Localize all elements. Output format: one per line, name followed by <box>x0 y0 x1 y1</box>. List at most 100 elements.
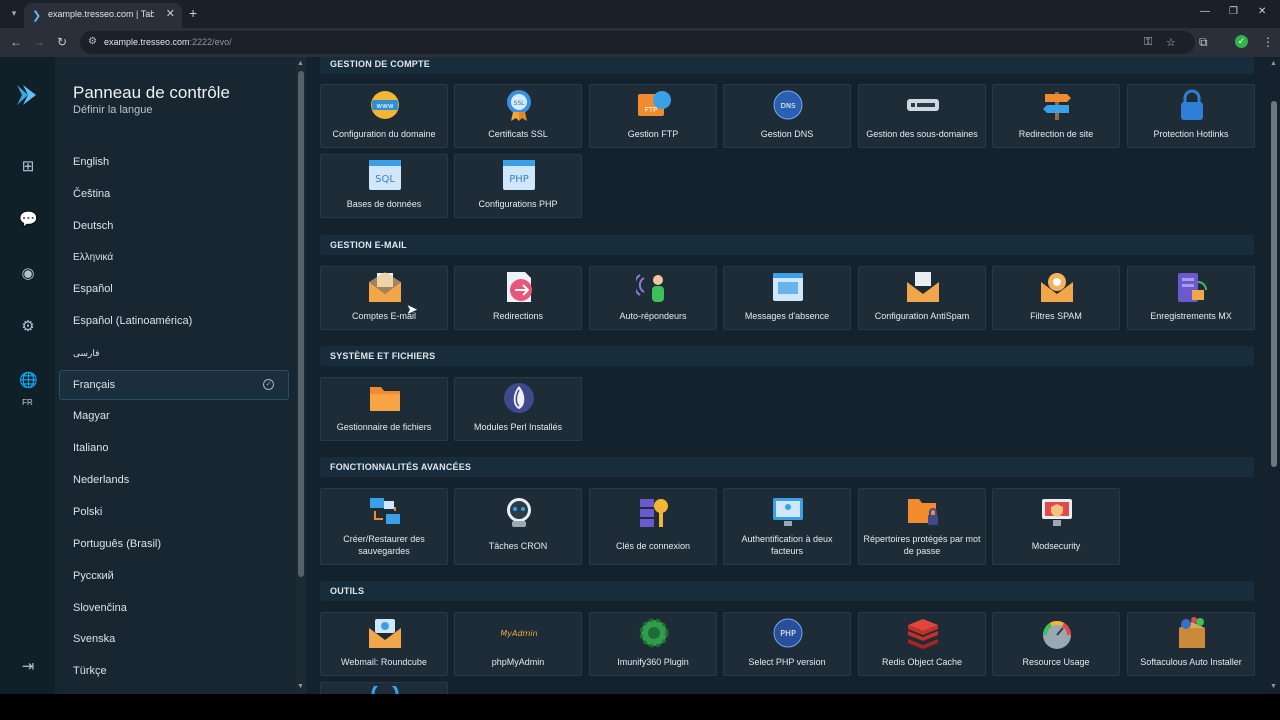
tile-site-redirect[interactable]: Redirection de site <box>992 84 1120 148</box>
language-item[interactable]: Slovenčina <box>73 602 127 614</box>
section-header-advanced: FONCTIONNALITÉS AVANCÉES <box>320 457 1254 477</box>
reload-icon[interactable]: ↻ <box>57 35 67 49</box>
url-text: example.tresseo.com:2222/evo/ <box>104 37 232 47</box>
language-item[interactable]: Magyar <box>73 410 110 422</box>
bookmark-star-icon[interactable]: ☆ <box>1166 36 1176 49</box>
language-item[interactable]: Nederlands <box>73 474 129 486</box>
language-item[interactable]: English <box>73 156 109 168</box>
language-item[interactable]: Español (Latinoamérica) <box>73 315 192 327</box>
menu-icon[interactable]: ⋮ <box>1262 35 1274 49</box>
tile-two-factor-auth[interactable]: Authentification à deux facteurs <box>723 488 851 565</box>
language-item[interactable]: Русский <box>73 570 114 582</box>
tile-dns-management[interactable]: DNS Gestion DNS <box>723 84 851 148</box>
tile-spam-filters[interactable]: Filtres SPAM <box>992 266 1120 330</box>
logout-icon[interactable]: ⇥ <box>19 657 37 675</box>
language-item[interactable]: Čeština <box>73 188 110 200</box>
scroll-thumb[interactable] <box>298 71 304 577</box>
main-scroll-up-icon[interactable]: ▲ <box>1270 60 1277 67</box>
tile-webmail-roundcube[interactable]: Webmail: Roundcube <box>320 612 448 676</box>
tile-email-accounts[interactable]: Comptes E-mail <box>320 266 448 330</box>
scroll-down-icon[interactable]: ▼ <box>297 683 304 690</box>
settings-gear-icon[interactable]: ⚙ <box>19 317 37 335</box>
language-item[interactable]: Svenska <box>73 633 115 645</box>
restore-icon[interactable]: ❐ <box>1229 6 1238 17</box>
language-item[interactable]: Português (Brasil) <box>73 538 161 550</box>
section-header-compte: GESTION DE COMPTE <box>320 57 1254 74</box>
tile-backups[interactable]: Créer/Restaurer des sauvegardes <box>320 488 448 565</box>
language-panel: Panneau de contrôle Définir la langue ✓ … <box>55 57 296 694</box>
language-item[interactable]: Ελληνικά <box>73 252 113 263</box>
subdomain-bar-icon <box>907 99 939 111</box>
svg-text:MyAdmin: MyAdmin <box>501 629 537 638</box>
tile-autoresponders[interactable]: Auto-répondeurs <box>589 266 717 330</box>
profile-check-icon[interactable]: ✓ <box>1235 35 1248 48</box>
extensions-icon[interactable]: ⧉ <box>1199 35 1208 50</box>
window-close-icon[interactable]: ✕ <box>1258 6 1266 17</box>
tile-ssl-certificates[interactable]: SSL Certificats SSL <box>454 84 582 148</box>
tile-perl-modules[interactable]: Modules Perl Installés <box>454 377 582 441</box>
control-panel-app: ⊞ 💬 ◉ ⚙ 🌐 FR ⇥ Panneau de contrôle Défin… <box>0 57 1280 694</box>
tile-cron-jobs[interactable]: Tâches CRON <box>454 488 582 565</box>
tile-phpmyadmin[interactable]: MyAdmin phpMyAdmin <box>454 612 582 676</box>
language-item[interactable]: Español <box>73 283 113 295</box>
svg-text:DNS: DNS <box>780 102 796 110</box>
logo-icon[interactable] <box>14 83 38 107</box>
address-bar[interactable]: ⚙ example.tresseo.com:2222/evo/ ⚿ ☆ <box>80 31 1195 54</box>
language-item-selected[interactable]: Français <box>73 379 115 391</box>
main-scroll-thumb[interactable] <box>1271 101 1277 467</box>
dashboard-grid-icon[interactable]: ⊞ <box>19 157 37 175</box>
phpmyadmin-logo-icon: MyAdmin <box>501 629 537 638</box>
current-language-code: FR <box>22 398 33 407</box>
dns-globe-icon: DNS <box>773 90 803 120</box>
language-panel-scrollbar[interactable]: ▲ ▼ <box>296 57 306 694</box>
tile-resource-usage[interactable]: Resource Usage <box>992 612 1120 676</box>
main-scroll-down-icon[interactable]: ▼ <box>1270 683 1277 690</box>
tile-subdomains[interactable]: Gestion des sous-domaines <box>858 84 986 148</box>
tab-close-icon[interactable]: ✕ <box>166 7 175 20</box>
tile-file-manager[interactable]: Gestionnaire de fichiers <box>320 377 448 441</box>
language-item[interactable]: Deutsch <box>73 220 113 232</box>
ssl-badge-icon: SSL <box>507 90 531 121</box>
tile-softaculous[interactable]: Softaculous Auto Installer <box>1127 612 1255 676</box>
tile-imunify360[interactable]: Imunify360 Plugin <box>589 612 717 676</box>
tile-protected-directories[interactable]: Répertoires protégés par mot de passe <box>858 488 986 565</box>
tile-mx-records[interactable]: Enregistrements MX <box>1127 266 1255 330</box>
tile-antispam-config[interactable]: Configuration AntiSpam <box>858 266 986 330</box>
tile-vacation-messages[interactable]: Messages d'absence <box>723 266 851 330</box>
forward-icon[interactable]: → <box>33 35 45 49</box>
spam-filter-icon <box>1041 273 1073 302</box>
globe-language-icon[interactable]: 🌐 <box>19 371 38 389</box>
section-header-email: GESTION E-MAIL <box>320 235 1254 255</box>
new-tab-icon[interactable]: + <box>189 5 197 21</box>
language-item[interactable]: Türkçe <box>73 665 107 677</box>
language-item[interactable]: Italiano <box>73 442 108 454</box>
browser-tab[interactable]: ❯ example.tresseo.com | Tableau ✕ <box>24 3 182 28</box>
main-scrollbar[interactable]: ▲ ▼ <box>1269 57 1279 694</box>
minimize-icon[interactable]: — <box>1200 6 1210 17</box>
tile-modsecurity[interactable]: Modsecurity <box>992 488 1120 565</box>
tile-php-config[interactable]: PHP Configurations PHP <box>454 154 582 218</box>
tile-select-php-version[interactable]: PHP Select PHP version <box>723 612 851 676</box>
language-item[interactable]: فارسی <box>73 348 99 359</box>
user-icon[interactable]: ◉ <box>19 264 37 282</box>
mx-server-icon <box>1178 273 1207 302</box>
scroll-up-icon[interactable]: ▲ <box>297 60 304 67</box>
messages-icon[interactable]: 💬 <box>19 210 38 228</box>
php-config-icon: PHP <box>503 160 535 190</box>
tile-ftp-management[interactable]: FTP Gestion FTP <box>589 84 717 148</box>
redis-stack-icon <box>908 619 938 649</box>
language-item[interactable]: Polski <box>73 506 102 518</box>
back-icon[interactable]: ← <box>10 35 22 49</box>
tile-partial[interactable] <box>320 682 448 694</box>
two-factor-screen-icon <box>773 498 803 526</box>
tile-domain-config[interactable]: www Configuration du domaine <box>320 84 448 148</box>
tile-redis-cache[interactable]: Redis Object Cache <box>858 612 986 676</box>
tile-hotlink-protection[interactable]: Protection Hotlinks <box>1127 84 1255 148</box>
tile-login-keys[interactable]: Clés de connexion <box>589 488 717 565</box>
roundcube-envelope-icon <box>369 619 401 648</box>
tile-email-forwarders[interactable]: Redirections <box>454 266 582 330</box>
password-key-icon[interactable]: ⚿ <box>1144 36 1152 49</box>
tile-databases[interactable]: SQL Bases de données <box>320 154 448 218</box>
site-info-icon[interactable]: ⚙ <box>88 36 97 47</box>
tab-search-icon[interactable]: ▾ <box>6 5 22 21</box>
